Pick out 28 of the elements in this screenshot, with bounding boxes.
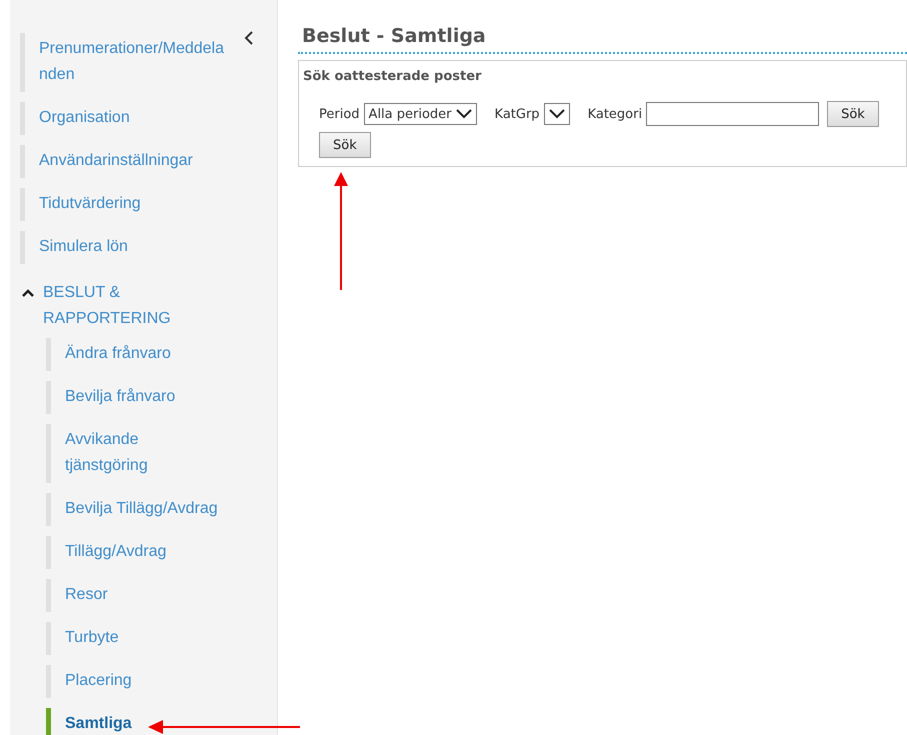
sidebar-item[interactable]: Tillägg/Avdrag bbox=[46, 536, 221, 569]
collapse-icon[interactable] bbox=[243, 30, 255, 46]
sidebar-item[interactable]: Prenumerationer/Meddelanden bbox=[20, 33, 232, 92]
sidebar-item[interactable]: Bevilja Tillägg/Avdrag bbox=[46, 493, 221, 526]
panel-title: Sök oattesterade poster bbox=[303, 68, 482, 86]
sidebar-group-toggle[interactable]: BESLUT & RAPPORTERING bbox=[22, 280, 277, 332]
sidebar-item[interactable]: Turbyte bbox=[46, 622, 221, 655]
text-field[interactable] bbox=[646, 102, 820, 126]
chevron-down-icon bbox=[548, 109, 565, 120]
select-field[interactable] bbox=[544, 103, 570, 126]
sidebar-item[interactable]: Tidutvärdering bbox=[20, 188, 232, 221]
sidebar-item[interactable]: Ändra frånvaro bbox=[46, 338, 221, 371]
page-title: Beslut - Samtliga bbox=[298, 25, 907, 54]
sidebar-item[interactable]: Placering bbox=[46, 665, 221, 698]
chevron-down-icon bbox=[456, 109, 472, 120]
sidebar-item[interactable]: Organisation bbox=[20, 102, 232, 135]
sidebar-item[interactable]: Simulera lön bbox=[20, 231, 232, 264]
select-field[interactable]: Alla perioder bbox=[364, 103, 477, 126]
sidebar-item[interactable]: Resor bbox=[46, 579, 221, 612]
sidebar-item[interactable]: Användarinställningar bbox=[20, 145, 232, 178]
search-button[interactable]: Sök bbox=[319, 132, 371, 158]
group-label: BESLUT & RAPPORTERING bbox=[43, 283, 172, 329]
search-button[interactable]: Sök bbox=[827, 101, 879, 128]
sidebar-item[interactable]: Avvikande tjänstgöring bbox=[46, 424, 221, 483]
field-label: Kategori bbox=[588, 106, 642, 124]
field-label: KatGrp bbox=[494, 106, 540, 124]
sidebar-item[interactable]: Bevilja frånvaro bbox=[46, 381, 221, 414]
field-label: Period bbox=[319, 106, 360, 124]
